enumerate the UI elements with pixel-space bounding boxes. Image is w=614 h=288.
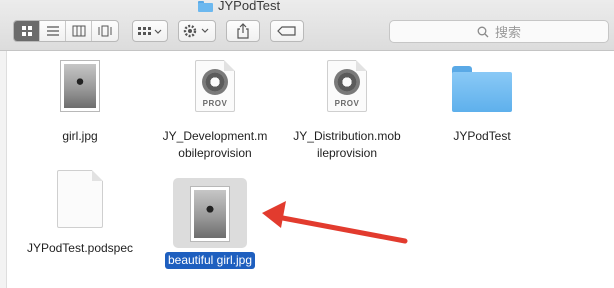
prov-badge: PROV	[202, 99, 228, 108]
list-view-icon	[46, 26, 59, 36]
file-label-selected: beautiful girl.jpg	[164, 252, 256, 269]
search-field[interactable]: 搜索	[389, 20, 609, 43]
icon-view-icon	[21, 26, 32, 36]
image-thumbnail-icon	[60, 60, 100, 112]
arrange-grid-icon	[138, 27, 162, 35]
share-button[interactable]	[226, 20, 260, 42]
action-button[interactable]	[178, 20, 216, 42]
file-item-jy-development[interactable]: PROV JY_Development.m obileprovision	[140, 60, 290, 160]
share-icon	[237, 23, 249, 39]
finder-toolbar: JYPodTest 搜索	[0, 0, 614, 51]
file-item-girl-jpg[interactable]: girl.jpg	[40, 60, 120, 150]
file-label-line1: JY_Distribution.mob	[293, 129, 401, 143]
image-thumbnail-icon	[190, 186, 230, 242]
file-item-podspec[interactable]: JYPodTest.podspec	[20, 170, 140, 265]
file-item-beautiful-girl-jpg[interactable]: beautiful girl.jpg	[160, 180, 260, 270]
file-label: girl.jpg	[62, 129, 98, 143]
list-view-button[interactable]	[40, 21, 66, 41]
document-file-icon	[57, 170, 103, 228]
file-label: JYPodTest.podspec	[26, 241, 134, 255]
gear-icon	[183, 24, 209, 38]
folder-icon	[198, 0, 213, 12]
icon-view-button[interactable]	[14, 21, 40, 41]
file-item-jypodtest-folder[interactable]: JYPodTest	[440, 66, 524, 150]
file-label-line2: ileprovision	[316, 146, 378, 160]
file-label-line1: JY_Development.m	[162, 129, 268, 143]
file-item-jy-distribution[interactable]: PROV JY_Distribution.mob ileprovision	[272, 60, 422, 160]
window-title-text: JYPodTest	[218, 0, 281, 13]
column-view-button[interactable]	[66, 21, 92, 41]
arrange-button[interactable]	[132, 20, 168, 42]
folder-icon	[452, 66, 512, 112]
tag-button[interactable]	[270, 20, 304, 42]
provision-file-icon: PROV	[327, 60, 367, 112]
provision-file-icon: PROV	[195, 60, 235, 112]
column-view-icon	[72, 25, 85, 37]
prov-badge: PROV	[334, 99, 360, 108]
window-title: JYPodTest	[198, 0, 280, 13]
file-label: JYPodTest	[453, 129, 511, 143]
sidebar-edge	[0, 51, 7, 288]
cover-flow-button[interactable]	[92, 21, 118, 41]
view-mode-segmented-control[interactable]	[13, 20, 119, 42]
file-label-line2: obileprovision	[178, 146, 252, 160]
tag-icon	[277, 26, 296, 36]
search-placeholder: 搜索	[494, 25, 521, 40]
search-icon	[477, 26, 489, 37]
cover-flow-icon	[98, 25, 112, 37]
